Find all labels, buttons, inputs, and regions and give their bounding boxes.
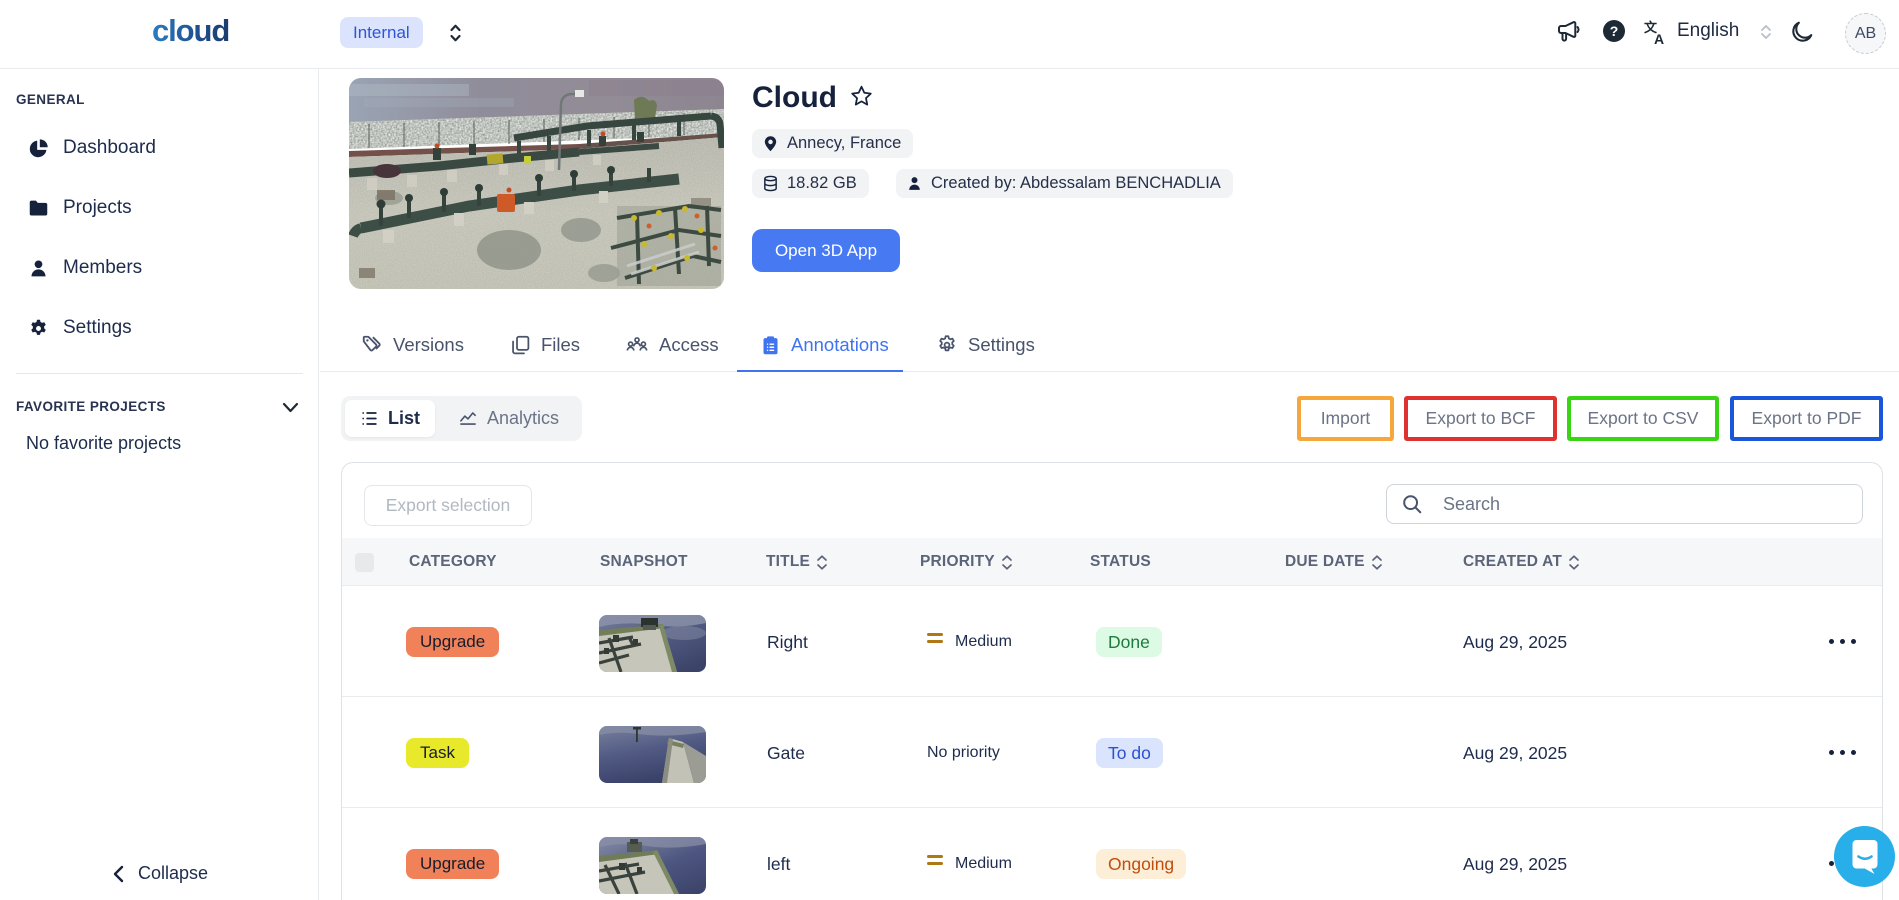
svg-text:A: A [1654, 31, 1664, 45]
